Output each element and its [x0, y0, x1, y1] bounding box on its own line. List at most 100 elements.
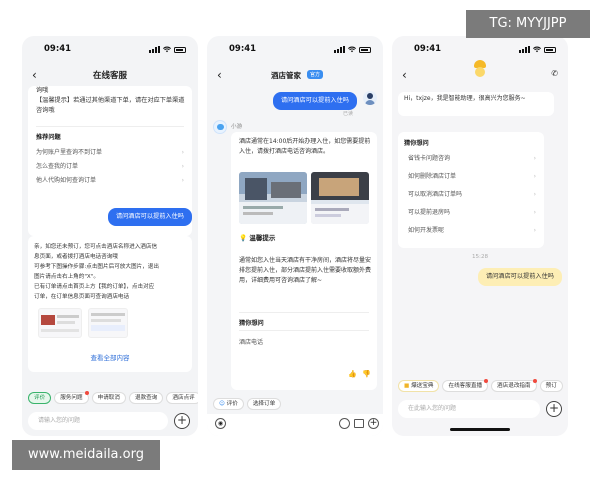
chevron-right-icon: ›: [533, 155, 536, 162]
top-snippet: 询哦: [36, 87, 49, 94]
chevron-right-icon: ›: [533, 227, 536, 234]
timestamp: 15:28: [471, 254, 489, 260]
thumbs-up-icon[interactable]: 👍: [348, 370, 357, 378]
home-indicator: [450, 428, 510, 431]
chevron-right-icon: ›: [181, 177, 184, 184]
status-time: 09:41: [414, 44, 442, 54]
plus-button[interactable]: +: [546, 401, 562, 417]
watermark-bottom-left: www.meidaila.org: [12, 440, 160, 470]
chip-hotel-review[interactable]: 酒店点评: [166, 392, 198, 404]
nav-bar: ‹ ✆: [392, 60, 568, 86]
reply-card: 亲，如您还未预订，您可点击酒店名称进入酒店信 息页面，或者拨打酒店电话咨询哦 可…: [28, 236, 192, 372]
message-input[interactable]: 请输入您的问题: [28, 412, 168, 430]
greeting-text: Hi，txjze，我是智能助理，很高兴为您服务~: [404, 95, 526, 102]
plus-icon[interactable]: +: [368, 418, 379, 429]
notification-dot: [532, 379, 537, 383]
watermark-top-right: TG: MYYJJPP: [466, 10, 590, 38]
greeting-card: Hi，txjze，我是智能助理，很高兴为您服务~: [398, 92, 554, 116]
bot-avatar: [213, 120, 227, 134]
faq-item[interactable]: 如何开发票呢 ›: [408, 222, 540, 240]
faq-list: 为何账户里查询不到订单 › 怎么查我的订单 › 他人代购如何查询订单 ›: [36, 146, 188, 188]
status-time: 09:41: [44, 44, 72, 54]
emoji-icon[interactable]: [339, 418, 350, 429]
chip-review[interactable]: ☺ 评价: [213, 398, 244, 410]
signal-icon: [519, 46, 530, 53]
hotel-photo[interactable]: [239, 172, 307, 224]
chip-service[interactable]: 服务问题: [54, 391, 89, 404]
read-label: 已读: [342, 111, 353, 117]
phone-hotel-butler: 09:41 ‹ 酒店管家 官方 请问酒店可以提前入住吗 已读 小游 酒店通常在1…: [207, 36, 383, 436]
page-title: 在线客服: [92, 71, 127, 81]
chip-booking[interactable]: 预订: [539, 380, 563, 392]
faq-item[interactable]: 可以提前退房吗 ›: [408, 204, 540, 222]
status-bar: 09:41: [207, 44, 383, 56]
chip-cancel[interactable]: 申请取消: [91, 392, 126, 404]
faq-item[interactable]: 省钱卡问题咨询 ›: [408, 150, 540, 168]
step-screenshot[interactable]: [88, 308, 128, 338]
phone-icon[interactable]: ✆: [551, 69, 558, 78]
battery-icon: [359, 47, 371, 53]
hotel-photo[interactable]: [311, 172, 369, 224]
plus-button[interactable]: +: [174, 413, 190, 429]
view-all-link[interactable]: 查看全部内容: [28, 352, 192, 362]
signal-icon: [334, 46, 345, 53]
divider: [239, 312, 369, 313]
wifi-icon: [163, 46, 171, 53]
chevron-right-icon: ›: [533, 191, 536, 198]
faq-item[interactable]: 可以取消酒店订单吗 ›: [408, 186, 540, 204]
mascot-icon: [472, 60, 488, 80]
thumbs-down-icon[interactable]: 👎: [362, 370, 371, 378]
wifi-icon: [533, 46, 541, 53]
chip-review[interactable]: 评价: [28, 392, 52, 404]
chevron-right-icon: ›: [533, 173, 536, 180]
signal-icon: [149, 46, 160, 53]
nav-bar: ‹ 在线客服: [22, 66, 198, 86]
quick-chips: ☺ 评价 选择订单: [213, 398, 282, 410]
user-message: 请问酒店可以提前入住吗: [477, 268, 562, 286]
faq-item[interactable]: 如何删除酒店订单 ›: [408, 168, 540, 186]
page-title: 酒店管家: [271, 71, 301, 80]
message-input[interactable]: 在此输入您的问题: [398, 400, 540, 418]
faq-item[interactable]: 为何账户里查询不到订单 ›: [36, 146, 188, 160]
smile-icon: ☺: [219, 401, 225, 407]
reply-text: 亲，如您还未预订，您可点击酒店名称进入酒店信 息页面，或者拨打酒店电话咨询哦 可…: [34, 244, 159, 300]
divider: [239, 330, 369, 331]
tip-text: 【温馨提示】若通过其他渠道下单，请在对应下单渠道咨询哦: [36, 97, 185, 114]
bot-reply-card: 酒店通常在14:00后开始办理入住，如您需要提前入住，请拨打酒店电话咨询酒店。 …: [231, 132, 377, 390]
input-toolbar: ◉ +: [207, 414, 383, 436]
guess-title: 猜你想问: [404, 140, 429, 147]
chip-refund-guide[interactable]: 酒店退改指南: [491, 379, 537, 392]
wifi-icon: [348, 46, 356, 53]
back-icon[interactable]: ‹: [402, 68, 407, 82]
guess-item[interactable]: 酒店电话: [239, 336, 369, 350]
faq-item[interactable]: 他人代购如何查询订单 ›: [36, 174, 188, 188]
chevron-right-icon: ›: [533, 209, 536, 216]
back-icon[interactable]: ‹: [217, 68, 222, 82]
faq-item[interactable]: 怎么查我的订单 ›: [36, 160, 188, 174]
status-time: 09:41: [229, 44, 257, 54]
voice-icon[interactable]: ◉: [215, 418, 226, 429]
battery-icon: [174, 47, 186, 53]
step-screenshot[interactable]: [38, 308, 82, 338]
notification-dot: [84, 391, 89, 395]
battery-icon: [544, 47, 556, 53]
faq-card: 猜你想问 省钱卡问题咨询 › 如何删除酒店订单 › 可以取消酒店订单吗 › 可以提前退…: [398, 132, 544, 248]
chip-guide[interactable]: ■ 爆送宝典: [398, 380, 440, 392]
reply-text: 酒店通常在14:00后开始办理入住，如您需要提前入住，请拨打酒店电话咨询酒店。: [239, 138, 371, 155]
tip-body: 通常如您入住当天酒店有干净房间，酒店将尽量安排您提前入住，部分酒店提前入住需要收…: [239, 257, 372, 284]
chip-live-service[interactable]: 在线客服直播: [442, 379, 489, 392]
lightbulb-icon: 💡: [239, 234, 248, 242]
user-avatar: [363, 91, 377, 105]
gift-icon: ■: [404, 383, 410, 389]
faq-title: 推荐问题: [36, 134, 61, 141]
faq-list: 省钱卡问题咨询 › 如何删除酒店订单 › 可以取消酒店订单吗 › 可以提前退房吗 › 如…: [408, 150, 540, 240]
divider: [36, 126, 184, 127]
status-bar: 09:41: [22, 44, 198, 56]
user-message: 请问酒店可以提前入住吗: [107, 208, 192, 226]
gift-icon[interactable]: [354, 419, 364, 428]
chip-select-order[interactable]: 选择订单: [246, 398, 282, 410]
status-bar: 09:41: [392, 44, 568, 56]
chip-refund[interactable]: 退款查询: [128, 392, 164, 404]
official-badge: 官方: [307, 70, 324, 79]
phone-online-service: 09:41 ‹ 在线客服 询哦 【温馨提示】若通过其他渠道下单，请在对应下单渠道…: [22, 36, 198, 436]
